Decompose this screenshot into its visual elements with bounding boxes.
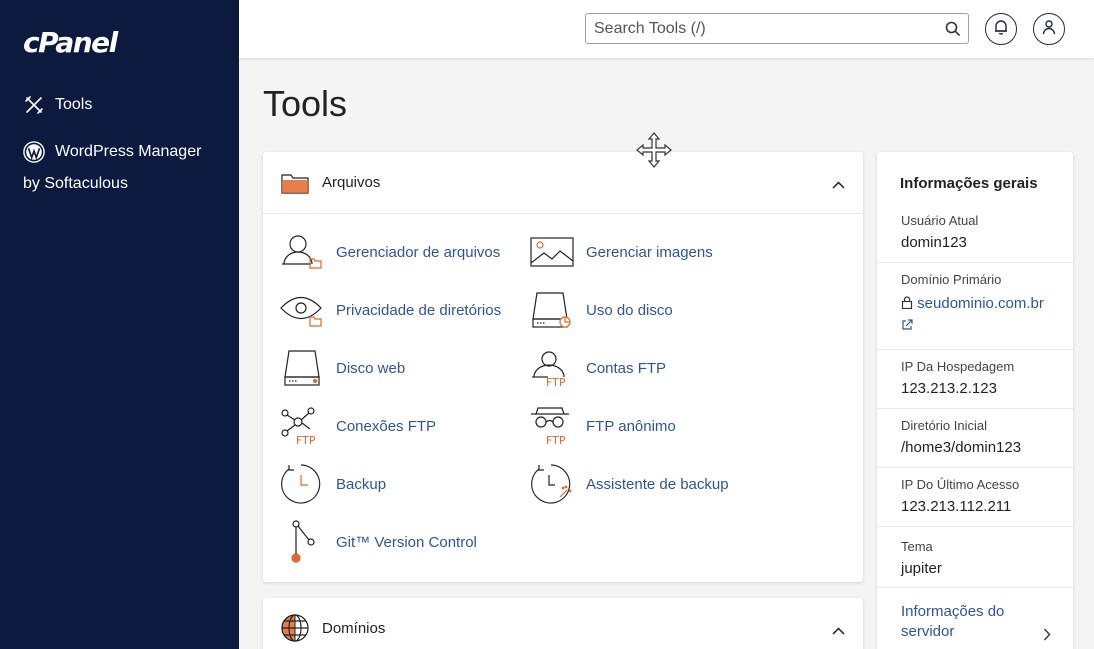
info-label: Diretório Inicial [901,418,987,433]
primary-domain-text: seudominio.com.br [917,295,1044,312]
info-row-dominio-primario: Domínio Primário seudominio.com.br [877,262,1073,349]
chevron-right-icon[interactable] [1043,628,1051,646]
info-label: IP Do Último Acesso [901,477,1020,492]
tool-uso-do-disco[interactable]: Uso do disco [530,290,673,330]
backup-wizard-icon [530,464,574,504]
info-row-server-info[interactable]: Informações do servidor [877,587,1073,649]
search-icon[interactable] [938,21,968,37]
svg-text:FTP: FTP [296,434,316,445]
server-info-link[interactable]: Informações do servidor [901,602,1021,642]
search-input[interactable] [586,14,938,43]
svg-text:FTP: FTP [546,376,566,387]
user-menu-button[interactable] [1033,13,1065,45]
sidebar-item-label: Tools [55,96,93,113]
tool-label: Gerenciador de arquivos [336,243,501,261]
info-value: /home3/domin123 [901,439,1022,456]
wordpress-icon [23,141,45,163]
tool-assistente-de-backup[interactable]: Assistente de backup [530,464,729,504]
tool-disco-web[interactable]: Disco web [280,348,405,388]
tool-label: Contas FTP [586,359,667,377]
info-label: Tema [901,539,933,554]
sidebar-item-label-line2: by Softaculous [23,175,128,192]
tool-label: Privacidade de diretórios [336,301,502,319]
info-value: 123.213.112.211 [901,498,1012,515]
info-label: Usuário Atual [901,213,979,228]
tool-gerenciador-de-arquivos[interactable]: Gerenciador de arquivos [280,232,500,272]
external-link-icon [901,317,913,334]
tool-label: FTP anônimo [586,417,676,435]
page-title: Tools [263,83,348,124]
lock-icon [901,295,917,312]
sidebar-item-wordpress-manager[interactable]: WordPress Manager by Softaculous [23,140,223,196]
sidebar: cPanel Tools WordPress Manager by Softac… [0,0,239,649]
tool-label: Conexões FTP [336,417,437,435]
info-row-tema: Tema jupiter [877,526,1073,587]
ftp-connections-icon: FTP [280,406,324,446]
info-row-ip-ultimo-acesso: IP Do Último Acesso 123.213.112.211 [877,467,1073,526]
info-value: domin123 [901,234,967,251]
info-panel-title: Informações gerais [900,175,1038,192]
tool-backup[interactable]: Backup [280,464,386,504]
section-title: Arquivos [322,174,381,191]
git-icon [280,520,324,563]
info-value: 123.213.2.123 [901,380,997,397]
anonymous-ftp-icon: FTP [530,406,574,446]
tool-contas-ftp[interactable]: FTP Contas FTP [530,348,666,388]
globe-icon [280,613,310,643]
general-info-panel: Informações gerais Usuário Atual domin12… [877,152,1073,649]
tool-privacidade-de-diretorios[interactable]: Privacidade de diretórios [280,290,501,330]
bell-icon [994,19,1008,40]
tool-conexoes-ftp[interactable]: FTP Conexões FTP [280,406,436,446]
tool-gerenciar-imagens[interactable]: Gerenciar imagens [530,232,713,272]
tool-label: Backup [336,475,387,493]
move-cursor-icon [636,132,672,173]
info-row-diretorio-inicial: Diretório Inicial /home3/domin123 [877,408,1073,467]
tool-label: Uso do disco [586,301,673,319]
file-manager-icon [280,232,324,272]
logo-text: cPanel [23,26,118,59]
tool-git-version-control[interactable]: Git™ Version Control [280,520,477,563]
tools-icon [23,94,45,116]
search-box[interactable] [585,13,969,44]
chevron-up-icon[interactable] [832,176,845,194]
images-icon [530,232,574,272]
notifications-button[interactable] [985,13,1017,45]
section-title: Domínios [322,619,386,637]
primary-domain-link[interactable]: seudominio.com.br [901,293,1051,337]
sidebar-item-label: WordPress Manager [55,143,202,160]
tool-label: Assistente de backup [586,475,729,493]
info-label: Domínio Primário [901,272,1002,287]
info-label: IP Da Hospedagem [901,359,1015,374]
chevron-up-icon[interactable] [832,622,845,640]
tool-label: Git™ Version Control [336,533,477,551]
ftp-accounts-icon: FTP [530,348,574,388]
directory-privacy-icon [280,290,324,330]
section-header-dominios[interactable]: Domínios [263,598,863,649]
tool-ftp-anonimo[interactable]: FTP FTP anônimo [530,406,676,446]
top-bar [239,0,1094,59]
section-arquivos: Arquivos Gerenciador de arquivos Gerenci… [263,152,863,582]
cpanel-logo[interactable]: cPanel [23,26,118,59]
section-dominios: Domínios [263,598,863,649]
info-value: jupiter [901,560,942,577]
disk-usage-icon [530,290,574,330]
svg-text:FTP: FTP [546,434,566,445]
info-row-usuario-atual: Usuário Atual domin123 [877,204,1073,263]
tool-label: Gerenciar imagens [586,243,713,261]
tool-label: Disco web [336,359,406,377]
web-disk-icon [280,348,324,388]
backup-icon [280,464,324,504]
folder-icon [280,168,310,198]
sidebar-item-tools[interactable]: Tools [23,94,92,116]
user-icon [1042,19,1056,40]
info-row-ip-hospedagem: IP Da Hospedagem 123.213.2.123 [877,349,1073,408]
section-header-arquivos[interactable]: Arquivos [263,152,863,214]
